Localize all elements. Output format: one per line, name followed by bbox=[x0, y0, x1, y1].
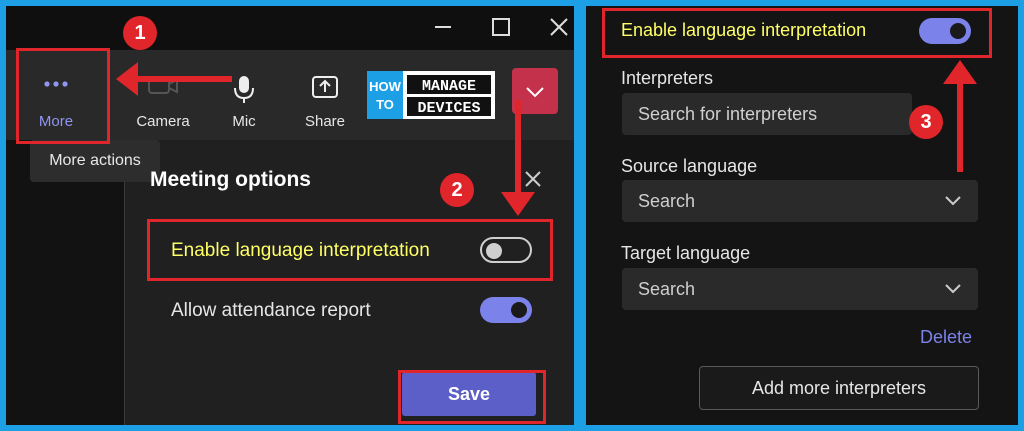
logo-devices: DEVICES bbox=[417, 100, 480, 117]
target-language-value: Search bbox=[638, 279, 696, 299]
title-bar bbox=[6, 6, 574, 50]
close-window-icon[interactable] bbox=[542, 10, 574, 44]
share-label: Share bbox=[304, 113, 346, 130]
more-actions-tooltip: More actions bbox=[30, 140, 160, 182]
target-language-select[interactable]: Search bbox=[622, 268, 978, 310]
arrow-3-icon bbox=[943, 60, 977, 172]
interpreters-label: Interpreters bbox=[621, 68, 714, 88]
meeting-options-title: Meeting options bbox=[150, 168, 311, 191]
highlight-more bbox=[16, 48, 110, 144]
source-language-label: Source language bbox=[621, 156, 758, 176]
target-language-label: Target language bbox=[621, 243, 751, 263]
share-button[interactable]: Share bbox=[288, 68, 362, 134]
maximize-icon[interactable] bbox=[484, 10, 518, 44]
highlight-language-row bbox=[147, 219, 553, 281]
howtomanagedevices-logo: HOW TO MANAGE DEVICES bbox=[367, 71, 495, 119]
arrow-2-icon bbox=[501, 100, 535, 216]
step-1-badge: 1 bbox=[123, 16, 157, 50]
logo-how: HOW bbox=[369, 79, 402, 94]
logo-to: TO bbox=[376, 97, 394, 112]
minimize-icon[interactable] bbox=[426, 10, 460, 44]
arrow-1-icon bbox=[116, 62, 232, 96]
share-icon bbox=[312, 76, 338, 98]
step-2-badge: 2 bbox=[440, 173, 474, 207]
side-area bbox=[6, 140, 124, 425]
chevron-down-icon bbox=[945, 284, 961, 294]
highlight-save bbox=[398, 370, 546, 424]
camera-label: Camera bbox=[136, 113, 190, 130]
add-more-interpreters-button[interactable]: Add more interpreters bbox=[699, 366, 979, 410]
mic-label: Mic bbox=[232, 113, 256, 130]
source-language-value: Search bbox=[638, 191, 696, 211]
highlight-enable-interpretation bbox=[602, 8, 992, 58]
step-3-badge: 3 bbox=[909, 105, 943, 139]
delete-link[interactable]: Delete bbox=[920, 327, 972, 348]
attendance-report-toggle[interactable] bbox=[480, 297, 532, 323]
chevron-down-icon bbox=[945, 196, 961, 206]
mic-icon bbox=[234, 76, 254, 103]
interpreters-search-input[interactable]: Search for interpreters bbox=[622, 93, 912, 135]
toggle-knob bbox=[511, 302, 527, 318]
attendance-report-label: Allow attendance report bbox=[171, 300, 371, 321]
source-language-select[interactable]: Search bbox=[622, 180, 978, 222]
logo-manage: MANAGE bbox=[422, 78, 476, 95]
